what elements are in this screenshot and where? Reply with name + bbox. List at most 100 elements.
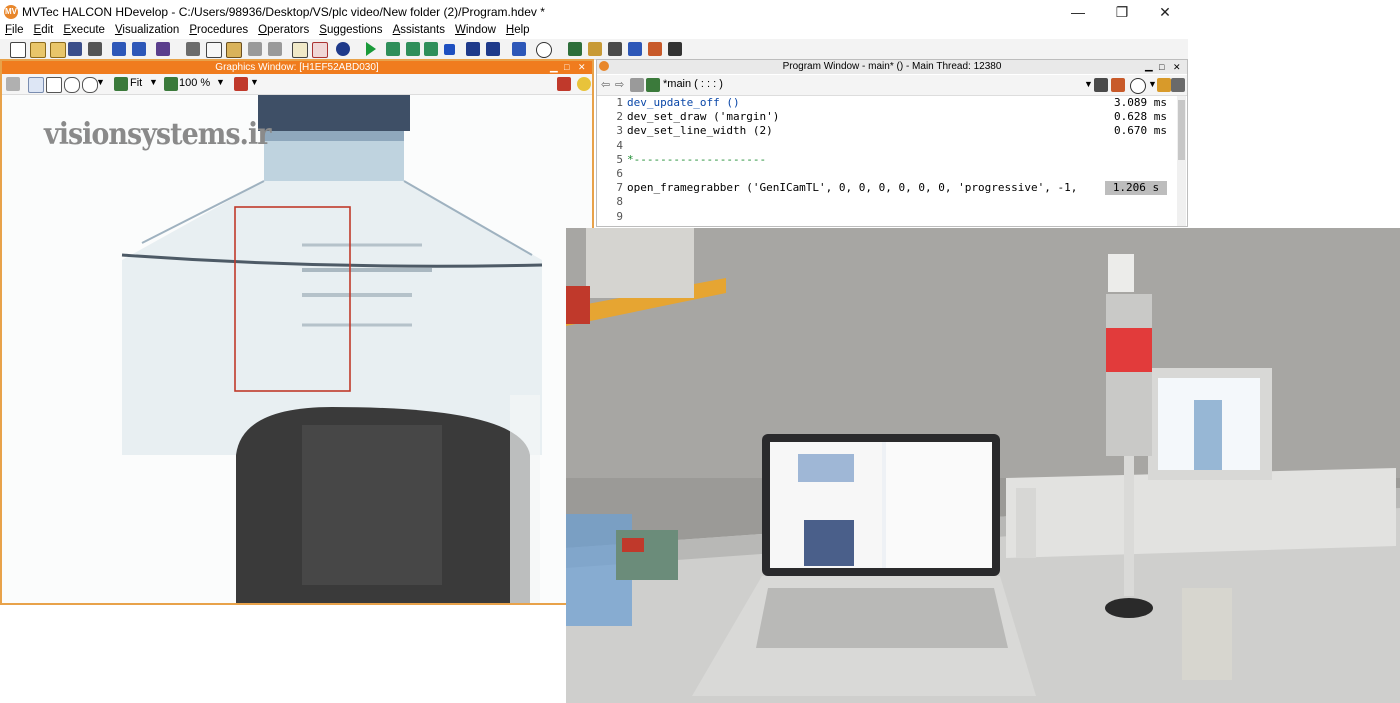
open-file-icon[interactable] [30,42,46,58]
reset-program-icon[interactable] [466,42,480,56]
print-program-icon[interactable] [630,78,644,92]
zoom-percent-select[interactable]: 100 % [179,77,210,89]
chevron-down-icon[interactable]: ▼ [216,77,225,87]
code-line[interactable]: 9 [597,210,1175,224]
minimize-button[interactable]: — [1058,2,1098,22]
cut-icon[interactable] [186,42,200,56]
chevron-down-icon[interactable]: ▼ [250,77,259,87]
profiler-icon[interactable] [536,42,552,58]
chevron-down-icon[interactable]: ▼ [149,77,158,87]
gfx-close-icon[interactable]: ✕ [578,61,590,74]
code-line[interactable]: 5 *-------------------- [597,153,1175,167]
step-into-icon[interactable] [424,42,438,56]
program-code-area[interactable]: 1 dev_update_off () 3.089 ms 2 dev_set_draw … [597,96,1175,226]
set-pc-icon[interactable] [486,42,500,56]
menu-assistants[interactable]: Assistants [393,23,445,39]
chevron-down-icon[interactable]: ▼ [96,77,105,87]
export-icon[interactable] [112,42,126,56]
menu-window[interactable]: Window [455,23,496,39]
forward-arrow-icon[interactable]: ⇨ [615,78,624,91]
procedure-list-icon[interactable] [1094,78,1108,92]
zoom-mode-select[interactable]: Fit [130,77,142,89]
line-number: 9 [616,209,623,223]
graphics-window: Graphics Window: [H1EF52ABD030] ▁ □ ✕ ▼ … [0,59,594,605]
graphics-toolbar: ▼ Fit ▼ 100 % ▼ ▼ [2,74,592,95]
region-features-icon[interactable] [628,42,642,56]
fit-icon[interactable] [114,77,128,91]
pin-icon[interactable] [557,77,571,91]
step-over-icon[interactable] [386,42,400,56]
undo-icon[interactable] [248,42,262,56]
program-window-titlebar: Program Window - main* () - Main Thread:… [597,60,1187,74]
delete-operator-icon[interactable] [312,42,328,58]
library-icon[interactable] [156,42,170,56]
prog-close-icon[interactable]: ✕ [1173,60,1181,74]
copy-icon[interactable] [206,42,222,58]
paste-icon[interactable] [226,42,242,58]
new-file-icon[interactable] [10,42,26,58]
clear-window-icon[interactable] [6,77,20,91]
menu-visualization[interactable]: Visualization [115,23,179,39]
gfx-maximize-icon[interactable]: □ [564,61,576,74]
prog-maximize-icon[interactable]: □ [1159,60,1164,74]
chevron-down-icon[interactable]: ▼ [1148,79,1157,89]
execution-time: 0.628 ms [1114,110,1167,124]
menu-edit[interactable]: Edit [34,23,54,39]
menu-help[interactable]: Help [506,23,530,39]
line-number: 8 [616,195,623,209]
code-line[interactable]: 3 dev_set_line_width (2) 0.670 ms [597,124,1175,138]
chevron-down-icon[interactable]: ▼ [1084,79,1093,89]
procedure-settings-icon[interactable] [1111,78,1125,92]
line-number: 5 [616,152,623,166]
gfx-minimize-icon[interactable]: ▁ [550,61,562,74]
gray-histogram-icon[interactable] [648,42,662,56]
hand-icon[interactable] [46,77,62,93]
line-profile-icon[interactable] [608,42,622,56]
code-line[interactable]: 2 dev_set_draw ('margin') 0.628 ms [597,110,1175,124]
zoom-percent-icon[interactable] [164,77,178,91]
timer-icon[interactable] [1130,78,1146,94]
program-scrollbar[interactable] [1177,96,1186,226]
back-arrow-icon[interactable]: ⇦ [601,78,610,91]
prog-minimize-icon[interactable]: ▁ [1145,60,1153,74]
lightbulb-icon[interactable] [577,77,591,91]
code-line[interactable]: 1 dev_update_off () 3.089 ms [597,96,1175,110]
print-icon[interactable] [88,42,102,56]
procedure-select[interactable]: *main ( : : : ) [663,78,723,90]
code-line[interactable]: 7 open_framegrabber ('GenICamTL', 0, 0, 0… [597,181,1175,196]
zoom-icon[interactable] [64,77,80,93]
insert-operator-icon[interactable] [292,42,308,58]
code-line[interactable]: 8 [597,195,1175,209]
code-line[interactable]: 6 [597,167,1175,181]
graphics-window-title: Graphics Window: [H1EF52ABD030] [215,62,379,73]
code-text: *-------------------- [627,152,767,166]
redo-icon[interactable] [268,42,282,56]
graphics-canvas[interactable]: visionsystems.ir [2,95,592,603]
menu-execute[interactable]: Execute [63,23,105,39]
ocr-icon[interactable] [668,42,682,56]
save-icon[interactable] [68,42,82,56]
binoculars-icon[interactable] [336,42,350,56]
histogram-icon[interactable] [588,42,602,56]
run-icon[interactable] [366,42,376,56]
step-forward-icon[interactable] [406,42,420,56]
maximize-button[interactable]: ❐ [1102,2,1142,22]
color-settings-icon[interactable] [234,77,248,91]
pointer-icon[interactable] [28,77,44,93]
breakpoint-icon[interactable] [1157,78,1171,92]
import-icon[interactable] [132,42,146,56]
line-number: 3 [616,124,623,138]
edit-procedure-icon[interactable] [646,78,660,92]
menu-suggestions[interactable]: Suggestions [319,23,382,39]
window-options-icon[interactable] [1171,78,1185,92]
code-line[interactable]: 4 [597,139,1175,153]
menu-procedures[interactable]: Procedures [189,23,248,39]
active-graphics-icon[interactable] [512,42,526,56]
menu-operators[interactable]: Operators [258,23,309,39]
image-inspect-icon[interactable] [568,42,582,56]
close-button[interactable]: ✕ [1145,2,1185,22]
open-example-icon[interactable] [50,42,66,58]
stop-icon[interactable] [444,44,455,55]
program-window-title: Program Window - main* () - Main Thread:… [782,61,1002,72]
menu-file[interactable]: File [5,23,24,39]
